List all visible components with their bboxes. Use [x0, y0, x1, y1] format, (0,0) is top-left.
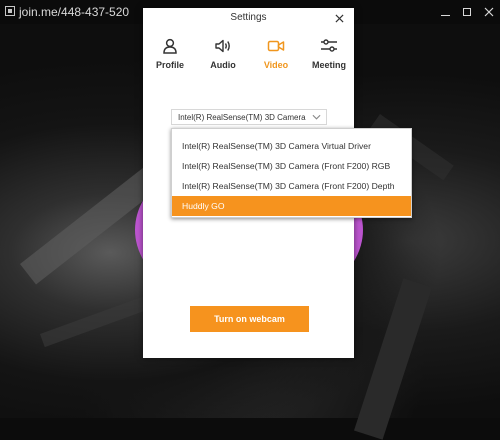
tab-profile[interactable]: Profile: [146, 38, 194, 70]
turn-on-webcam-button[interactable]: Turn on webcam: [190, 306, 309, 332]
camera-option[interactable]: Intel(R) RealSense(TM) 3D Camera Virtual…: [172, 136, 411, 156]
video-camera-icon: [267, 40, 285, 52]
speaker-icon: [215, 39, 230, 53]
camera-dropdown-list: Intel(R) RealSense(TM) 3D Camera Virtual…: [171, 128, 412, 218]
settings-tabs: Profile Audio Video Meeting: [143, 38, 354, 78]
person-icon: [163, 38, 177, 54]
tab-video[interactable]: Video: [252, 38, 300, 70]
app-icon: [5, 6, 15, 16]
camera-option-selected[interactable]: Huddly GO: [172, 196, 411, 216]
sliders-icon: [321, 39, 337, 52]
camera-option[interactable]: Intel(R) RealSense(TM) 3D Camera (Front …: [172, 176, 411, 196]
maximize-button[interactable]: [456, 0, 478, 24]
dialog-title: Settings: [230, 12, 267, 23]
camera-select-value: Intel(R) RealSense(TM) 3D Camera ...: [178, 113, 306, 122]
close-icon: [484, 7, 494, 17]
tab-label: Profile: [155, 60, 184, 70]
chevron-down-icon: [312, 114, 321, 120]
minimize-button[interactable]: [434, 0, 456, 24]
window-controls: [434, 0, 500, 24]
camera-option[interactable]: Intel(R) RealSense(TM) 3D Camera (Front …: [172, 156, 411, 176]
tab-label: Audio: [210, 60, 236, 70]
tab-label: Video: [263, 60, 289, 70]
tab-meeting[interactable]: Meeting: [305, 38, 353, 70]
window-title: join.me/448-437-520: [19, 5, 130, 19]
camera-select[interactable]: Intel(R) RealSense(TM) 3D Camera ...: [171, 109, 327, 125]
close-icon: [334, 13, 344, 23]
tab-audio[interactable]: Audio: [199, 38, 247, 70]
minimize-icon: [440, 14, 450, 16]
dialog-close-button[interactable]: [326, 8, 352, 28]
close-window-button[interactable]: [478, 0, 500, 24]
tab-label: Meeting: [311, 60, 346, 70]
background-shape: [354, 278, 432, 440]
maximize-icon: [463, 8, 471, 16]
